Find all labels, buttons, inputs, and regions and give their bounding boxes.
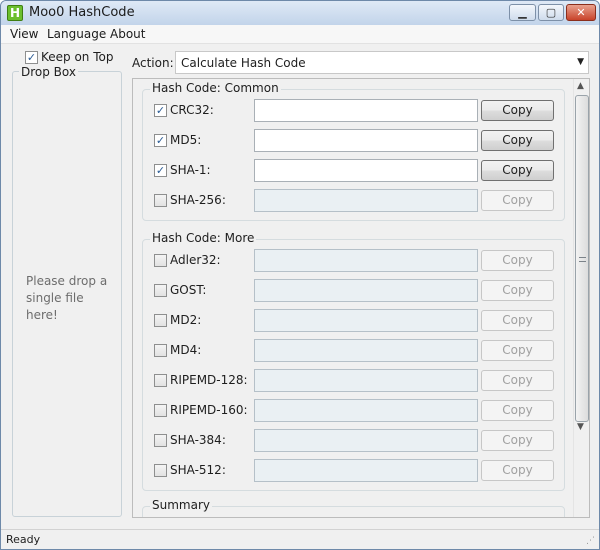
copy-button[interactable]: Copy — [481, 280, 554, 301]
status-bar: Ready ⋰ — [1, 529, 599, 549]
hash-group-legend: Hash Code: Common — [150, 81, 281, 95]
app-window: H Moo0 HashCode ▁ ▢ ✕ View Language Abou… — [0, 0, 600, 550]
hash-value-field[interactable] — [254, 399, 478, 422]
title-bar[interactable]: H Moo0 HashCode ▁ ▢ ✕ — [1, 1, 599, 25]
minimize-button[interactable]: ▁ — [509, 4, 536, 21]
action-select-value: Calculate Hash Code — [181, 56, 306, 70]
scrollbar-thumb[interactable] — [575, 95, 589, 422]
window-title: Moo0 HashCode — [29, 5, 135, 20]
hash-value-field[interactable] — [254, 129, 478, 152]
hash-value-field[interactable] — [254, 159, 478, 182]
copy-button[interactable]: Copy — [481, 310, 554, 331]
action-label: Action: — [132, 56, 174, 70]
resize-grip-icon[interactable]: ⋰ — [586, 536, 595, 546]
keep-on-top-checkbox[interactable]: ✓ — [25, 51, 38, 64]
scrollbar-grip-icon — [579, 257, 586, 262]
copy-button[interactable]: Copy — [481, 130, 554, 151]
copy-button[interactable]: Copy — [481, 100, 554, 121]
hash-checkbox[interactable] — [154, 434, 167, 447]
chevron-down-icon: ▼ — [577, 57, 584, 67]
hash-value-field[interactable] — [254, 279, 478, 302]
hash-checkbox[interactable] — [154, 374, 167, 387]
hash-checkbox[interactable]: ✓ — [154, 104, 167, 117]
hash-group-1 — [142, 239, 565, 491]
hash-label[interactable]: CRC32: — [170, 103, 214, 117]
menu-view[interactable]: View — [10, 27, 38, 41]
hash-group-legend: Hash Code: More — [150, 231, 257, 245]
hash-value-field[interactable] — [254, 339, 478, 362]
hash-label[interactable]: GOST: — [170, 283, 206, 297]
copy-button[interactable]: Copy — [481, 370, 554, 391]
hash-label[interactable]: MD5: — [170, 133, 201, 147]
copy-button[interactable]: Copy — [481, 190, 554, 211]
hash-checkbox[interactable]: ✓ — [154, 164, 167, 177]
main-content: ✓ Keep on Top Drop Box Please drop a sin… — [1, 44, 599, 529]
hash-label[interactable]: SHA-256: — [170, 193, 226, 207]
hash-label[interactable]: Adler32: — [170, 253, 221, 267]
hash-label[interactable]: SHA-384: — [170, 433, 226, 447]
hash-checkbox[interactable] — [154, 404, 167, 417]
menu-bar: View Language About — [1, 25, 599, 44]
hash-label[interactable]: MD4: — [170, 343, 201, 357]
copy-button[interactable]: Copy — [481, 250, 554, 271]
hash-label[interactable]: SHA-512: — [170, 463, 226, 477]
hash-label[interactable]: RIPEMD-128: — [170, 373, 248, 387]
hash-checkbox[interactable]: ✓ — [154, 134, 167, 147]
status-text: Ready — [6, 533, 41, 546]
hash-checkbox[interactable] — [154, 194, 167, 207]
action-select[interactable]: Calculate Hash Code ▼ — [175, 51, 589, 74]
drop-box-legend: Drop Box — [19, 65, 78, 79]
hash-value-field[interactable] — [254, 309, 478, 332]
maximize-button[interactable]: ▢ — [538, 4, 564, 21]
hash-value-field[interactable] — [254, 369, 478, 392]
keep-on-top-label[interactable]: Keep on Top — [41, 50, 113, 64]
menu-language[interactable]: Language — [47, 27, 106, 41]
app-logo-icon: H — [7, 5, 23, 21]
copy-button[interactable]: Copy — [481, 160, 554, 181]
hash-label[interactable]: MD2: — [170, 313, 201, 327]
close-button[interactable]: ✕ — [566, 4, 596, 21]
hash-value-field[interactable] — [254, 249, 478, 272]
hash-checkbox[interactable] — [154, 344, 167, 357]
copy-button[interactable]: Copy — [481, 430, 554, 451]
hash-checkbox[interactable] — [154, 284, 167, 297]
vertical-scrollbar[interactable]: ▲ ▼ — [573, 79, 589, 517]
hash-value-field[interactable] — [254, 429, 478, 452]
copy-button[interactable]: Copy — [481, 340, 554, 361]
hash-checkbox[interactable] — [154, 464, 167, 477]
hash-checkbox[interactable] — [154, 254, 167, 267]
scroll-down-icon[interactable]: ▼ — [577, 422, 584, 432]
copy-button[interactable]: Copy — [481, 400, 554, 421]
hash-scroll-panel[interactable]: Hash Code: Common ✓ CRC32: Copy ✓ MD5: Copy ✓ SH… — [132, 78, 590, 518]
hash-value-field[interactable] — [254, 189, 478, 212]
hash-value-field[interactable] — [254, 99, 478, 122]
hash-group-legend: Summary — [150, 498, 212, 512]
drop-hint-text: Please drop a single file here! — [26, 274, 108, 322]
scroll-up-icon[interactable]: ▲ — [577, 81, 584, 91]
hash-label[interactable]: RIPEMD-160: — [170, 403, 248, 417]
menu-about[interactable]: About — [110, 27, 145, 41]
hash-checkbox[interactable] — [154, 314, 167, 327]
hash-label[interactable]: SHA-1: — [170, 163, 211, 177]
hash-value-field[interactable] — [254, 459, 478, 482]
copy-button[interactable]: Copy — [481, 460, 554, 481]
